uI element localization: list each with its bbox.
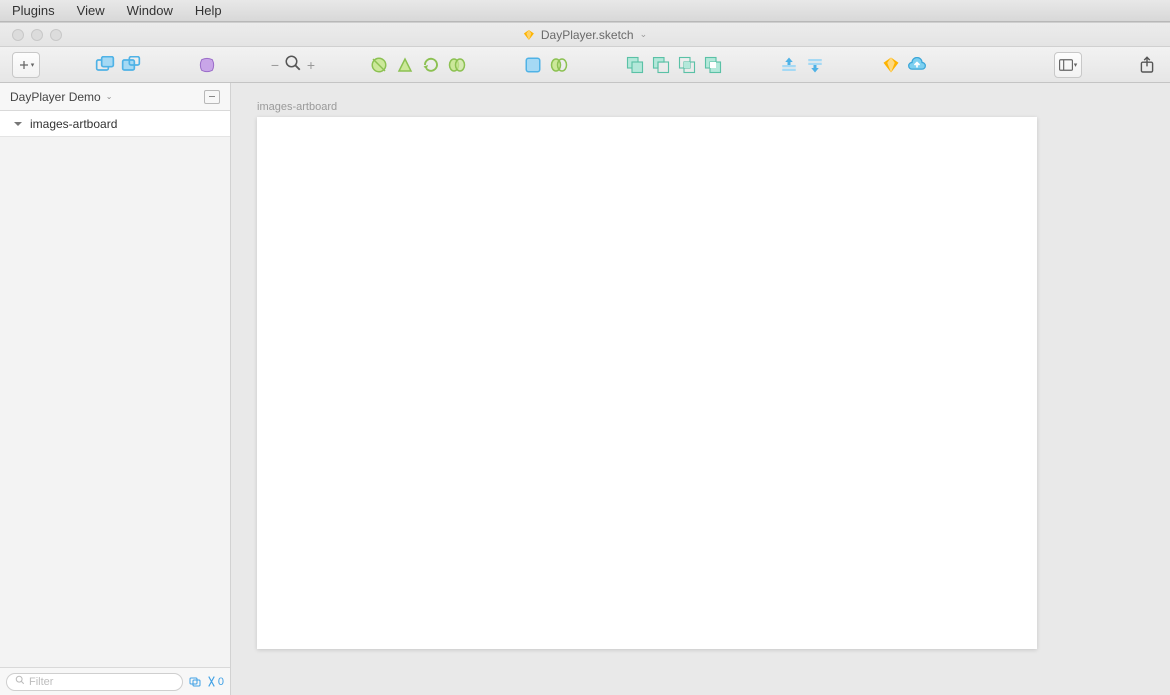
chevron-down-icon: ▾ xyxy=(1074,61,1078,69)
chevron-down-icon: ▾ xyxy=(31,61,35,69)
collapse-pages-icon[interactable] xyxy=(204,90,220,104)
document-title[interactable]: DayPlayer.sketch ⌄ xyxy=(523,28,647,42)
minimize-window-button[interactable] xyxy=(31,29,43,41)
zoom-in-button[interactable]: + xyxy=(306,57,316,73)
transform-button[interactable] xyxy=(394,52,416,78)
layer-name: images-artboard xyxy=(30,117,117,131)
mask-button[interactable] xyxy=(522,52,544,78)
layers-panel: DayPlayer Demo ⌄ images-artboard xyxy=(0,83,231,695)
mirror-button[interactable] xyxy=(880,52,902,78)
menu-window[interactable]: Window xyxy=(127,3,173,18)
content-area: DayPlayer Demo ⌄ images-artboard xyxy=(0,83,1170,695)
zoom-out-button[interactable]: − xyxy=(270,57,280,73)
app-window: DayPlayer.sketch ⌄ ▾ − + xyxy=(0,22,1170,694)
menu-plugins[interactable]: Plugins xyxy=(12,3,55,18)
cloud-button[interactable] xyxy=(906,52,928,78)
traffic-lights xyxy=(0,29,62,41)
titlebar: DayPlayer.sketch ⌄ xyxy=(0,23,1170,47)
union-button[interactable] xyxy=(624,52,646,78)
document-title-text: DayPlayer.sketch xyxy=(541,28,634,42)
edit-shape-button[interactable] xyxy=(368,52,390,78)
scale-button[interactable] xyxy=(548,52,570,78)
rotate-button[interactable] xyxy=(420,52,442,78)
zoom-window-button[interactable] xyxy=(50,29,62,41)
chevron-down-icon: ⌄ xyxy=(106,92,113,101)
zoom-icon[interactable] xyxy=(284,54,302,75)
layer-list: images-artboard xyxy=(0,111,230,667)
search-icon xyxy=(15,675,25,688)
filter-symbols-button[interactable] xyxy=(189,677,201,687)
disclosure-triangle-icon[interactable] xyxy=(14,122,22,126)
menu-help[interactable]: Help xyxy=(195,3,222,18)
filter-slices-button[interactable]: 0 xyxy=(207,676,224,688)
artboard-label[interactable]: images-artboard xyxy=(257,101,337,113)
group-button[interactable] xyxy=(94,52,116,78)
chevron-down-icon: ⌄ xyxy=(640,29,648,40)
close-window-button[interactable] xyxy=(12,29,24,41)
zoom-control: − + xyxy=(270,54,316,75)
layer-row[interactable]: images-artboard xyxy=(0,111,230,137)
filter-input[interactable] xyxy=(29,676,174,688)
artboard[interactable] xyxy=(257,117,1037,649)
create-symbol-button[interactable] xyxy=(196,52,218,78)
canvas[interactable]: images-artboard xyxy=(231,83,1170,695)
menu-view[interactable]: View xyxy=(77,3,105,18)
export-button[interactable] xyxy=(1136,52,1158,78)
sidebar-footer: 0 xyxy=(0,667,230,695)
ungroup-button[interactable] xyxy=(120,52,142,78)
intersect-button[interactable] xyxy=(676,52,698,78)
filter-box[interactable] xyxy=(6,673,183,691)
filter-count: 0 xyxy=(218,676,224,688)
view-button[interactable]: ▾ xyxy=(1054,52,1082,78)
toolbar: ▾ − + xyxy=(0,47,1170,83)
flatten-button[interactable] xyxy=(446,52,468,78)
page-name: DayPlayer Demo xyxy=(10,90,101,104)
sketch-file-icon xyxy=(523,29,535,41)
forward-button[interactable] xyxy=(778,52,800,78)
page-selector[interactable]: DayPlayer Demo ⌄ xyxy=(0,83,230,111)
backward-button[interactable] xyxy=(804,52,826,78)
insert-button[interactable]: ▾ xyxy=(12,52,40,78)
system-menubar: Plugins View Window Help xyxy=(0,0,1170,22)
difference-button[interactable] xyxy=(702,52,724,78)
subtract-button[interactable] xyxy=(650,52,672,78)
